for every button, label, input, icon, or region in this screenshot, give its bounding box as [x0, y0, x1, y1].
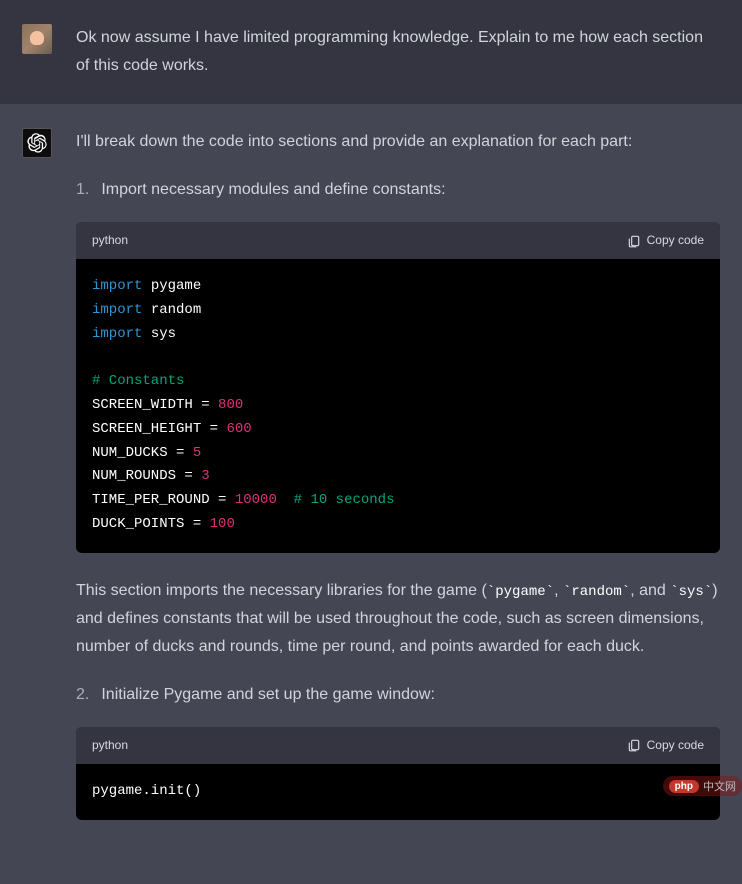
watermark-cn-text: 中文网	[703, 778, 736, 794]
section-1: Import necessary modules and define cons…	[76, 176, 720, 661]
section-2: Initialize Pygame and set up the game wi…	[76, 681, 720, 820]
assistant-intro-text: I'll break down the code into sections a…	[76, 128, 720, 156]
code-lang-label: python	[92, 230, 128, 251]
section-1-explanation: This section imports the necessary libra…	[76, 577, 720, 661]
assistant-avatar	[22, 128, 52, 158]
section-1-title: Import necessary modules and define cons…	[76, 176, 720, 204]
copy-label: Copy code	[647, 735, 704, 756]
openai-logo-icon	[27, 133, 47, 153]
code-lang-label: python	[92, 735, 128, 756]
code-block-1: python Copy code import pygame import ra…	[76, 222, 720, 553]
assistant-message-row: I'll break down the code into sections a…	[0, 104, 742, 884]
user-message-row: Ok now assume I have limited programming…	[0, 0, 742, 104]
code-header-1: python Copy code	[76, 222, 720, 259]
watermark-badge: php 中文网	[663, 776, 742, 796]
copy-label: Copy code	[647, 230, 704, 251]
clipboard-icon	[627, 738, 641, 752]
copy-code-button[interactable]: Copy code	[627, 735, 704, 756]
user-message-text: Ok now assume I have limited programming…	[76, 24, 720, 80]
code-block-2: python Copy code pygame.init()	[76, 727, 720, 820]
code-content-2[interactable]: pygame.init()	[76, 764, 720, 820]
php-badge-text: php	[669, 780, 699, 793]
user-avatar	[22, 24, 52, 54]
copy-code-button[interactable]: Copy code	[627, 230, 704, 251]
sections-list: Import necessary modules and define cons…	[76, 176, 720, 820]
code-header-2: python Copy code	[76, 727, 720, 764]
assistant-message-content: I'll break down the code into sections a…	[76, 128, 720, 844]
code-content-1[interactable]: import pygame import random import sys #…	[76, 259, 720, 553]
section-2-title: Initialize Pygame and set up the game wi…	[76, 681, 720, 709]
clipboard-icon	[627, 234, 641, 248]
